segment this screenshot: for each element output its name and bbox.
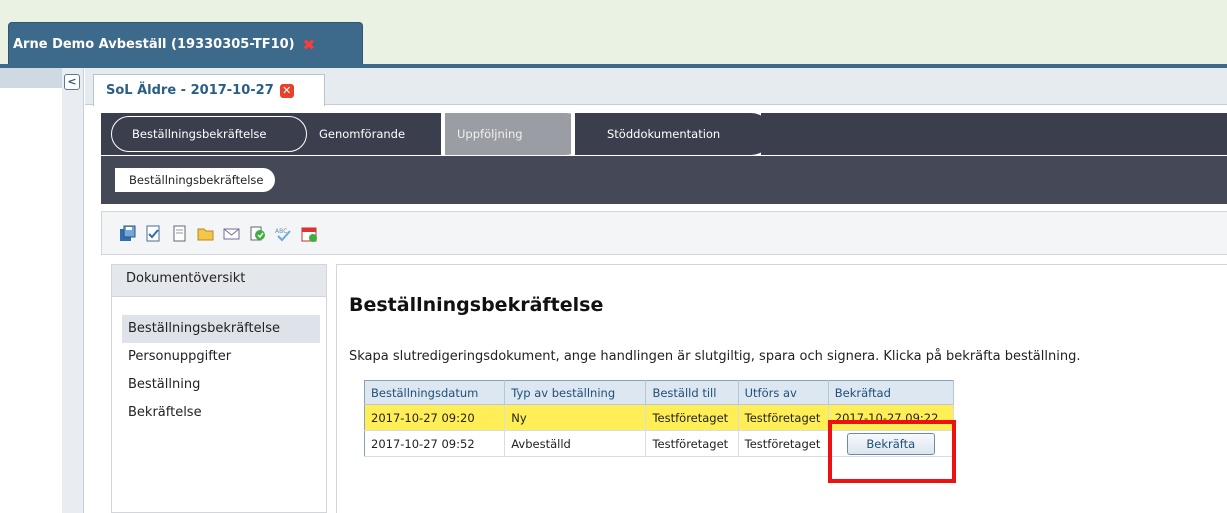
column-header[interactable]: Beställningsdatum — [364, 380, 506, 405]
main-content: Beställningsbekräftelse Skapa slutredige… — [336, 264, 1227, 513]
document-icon[interactable] — [171, 225, 188, 242]
cell-date: 2017-10-27 09:52 — [364, 430, 506, 457]
save-icon[interactable] — [119, 225, 136, 242]
cell-type: Avbeställd — [504, 430, 647, 457]
phase-bestallningsbekraftelse[interactable]: Beställningsbekräftelse — [111, 116, 307, 152]
phase-uppfoljning[interactable]: Uppföljning — [449, 116, 559, 152]
app-window: Arne Demo Avbeställ (19330305-TF10) ✖ < … — [0, 0, 1227, 513]
document-overview-list: Beställningsbekräftelse Personuppgifter … — [112, 297, 326, 427]
column-header[interactable]: Beställd till — [645, 380, 739, 405]
document-tab-bar: SoL Äldre - 2017-10-27 ✕ — [85, 68, 1227, 106]
calendar-icon[interactable] — [301, 225, 318, 242]
checklist-icon[interactable] — [145, 225, 162, 242]
phase-label: Genomförande — [319, 127, 406, 141]
sub-phase-bestallningsbekraftelse[interactable]: Beställningsbekräftelse — [111, 168, 276, 192]
column-header[interactable]: Utförs av — [738, 380, 829, 405]
document-overview-heading: Dokumentöversikt — [112, 265, 326, 297]
top-tab-bar: Arne Demo Avbeställ (19330305-TF10) ✖ — [0, 0, 1227, 66]
phase-label: Beställningsbekräftelse — [132, 127, 267, 141]
phase-navigation: Beställningsbekräftelse Genomförande Upp… — [101, 113, 1227, 155]
page-title: Beställningsbekräftelse — [349, 294, 604, 316]
cell-performed-by: Testföretaget — [738, 404, 829, 431]
phase-label: Uppföljning — [457, 127, 523, 141]
annotation-highlight-box — [828, 420, 956, 483]
phase-label: Stöddokumentation — [607, 127, 721, 141]
cell-ordered-to: Testföretaget — [645, 430, 739, 457]
spellcheck-icon[interactable]: ABC — [275, 225, 292, 242]
column-header[interactable]: Bekräftad — [828, 380, 955, 405]
sub-phase-label: Beställningsbekräftelse — [129, 173, 264, 187]
doc-item-bestallningsbekraftelse[interactable]: Beställningsbekräftelse — [122, 315, 320, 343]
patient-tab-label: Arne Demo Avbeställ (19330305-TF10) — [13, 37, 295, 52]
svg-text:ABC: ABC — [275, 228, 287, 235]
refresh-icon[interactable] — [249, 225, 266, 242]
cell-ordered-to: Testföretaget — [645, 404, 739, 431]
cell-date: 2017-10-27 09:20 — [364, 404, 506, 431]
phase-bar-fill — [761, 113, 1227, 155]
column-header[interactable]: Typ av beställning — [504, 380, 647, 405]
doc-item-bestallning[interactable]: Beställning — [122, 371, 320, 399]
doc-item-personuppgifter[interactable]: Personuppgifter — [122, 343, 320, 371]
page-description: Skapa slutredigeringsdokument, ange hand… — [349, 349, 1081, 364]
patient-tab[interactable]: Arne Demo Avbeställ (19330305-TF10) ✖ — [8, 22, 363, 66]
cell-type: Ny — [504, 404, 647, 431]
phase-stoddokumentation[interactable]: Stöddokumentation — [579, 116, 749, 152]
left-rail — [62, 68, 84, 513]
close-icon[interactable]: ✕ — [279, 83, 294, 98]
toolbar: ABC — [101, 211, 1227, 255]
doc-item-bekraftelse[interactable]: Bekräftelse — [122, 399, 320, 427]
folder-icon[interactable] — [197, 225, 214, 242]
phase-genomforande[interactable]: Genomförande — [311, 116, 441, 152]
collapse-panel-button[interactable]: < — [64, 74, 80, 90]
mail-icon[interactable] — [223, 225, 240, 242]
sub-phase-bar: Beställningsbekräftelse — [101, 156, 1227, 204]
table-header-row: Beställningsdatum Typ av beställning Bes… — [364, 380, 955, 405]
document-tab[interactable]: SoL Äldre - 2017-10-27 ✕ — [93, 74, 325, 106]
close-icon[interactable]: ✖ — [303, 36, 316, 54]
document-tab-label: SoL Äldre - 2017-10-27 — [106, 83, 274, 98]
document-overview-panel: Dokumentöversikt Beställningsbekräftelse… — [111, 264, 327, 513]
rail-header — [0, 68, 62, 88]
cell-performed-by: Testföretaget — [738, 430, 829, 457]
